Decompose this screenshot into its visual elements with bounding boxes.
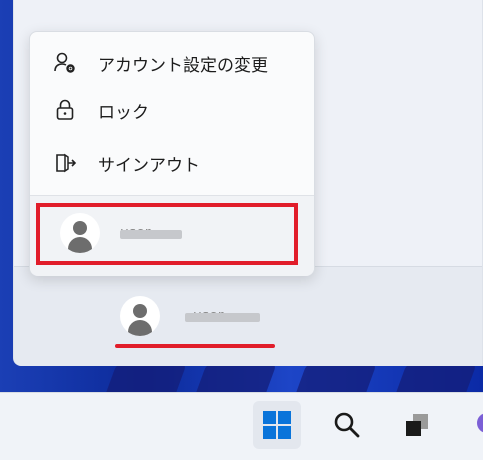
change-account-settings-label: アカウント設定の変更 bbox=[98, 55, 268, 76]
avatar-body bbox=[128, 320, 152, 336]
search-button[interactable] bbox=[323, 401, 371, 449]
wallpaper-ribbon bbox=[292, 362, 378, 392]
change-account-settings-item[interactable]: アカウント設定の変更 bbox=[30, 40, 314, 86]
other-account-avatar bbox=[60, 213, 100, 253]
taskbar bbox=[0, 392, 483, 460]
sign-out-label: サインアウト bbox=[98, 155, 200, 176]
avatar-body bbox=[68, 237, 92, 253]
name-redaction bbox=[120, 230, 182, 239]
chat-button[interactable] bbox=[463, 401, 483, 449]
account-flyout: アカウント設定の変更 ロック サインアウト user bbox=[29, 31, 315, 276]
lock-item[interactable]: ロック bbox=[30, 87, 314, 133]
other-account-item[interactable]: user bbox=[36, 203, 298, 265]
task-view-button[interactable] bbox=[393, 401, 441, 449]
wallpaper-ribbon bbox=[192, 362, 278, 392]
current-user-avatar[interactable] bbox=[120, 296, 160, 336]
lock-icon bbox=[53, 98, 77, 122]
wallpaper-ribbon bbox=[392, 362, 478, 392]
account-settings-icon bbox=[53, 51, 77, 75]
wallpaper-ribbon bbox=[102, 362, 188, 392]
name-redaction bbox=[185, 313, 260, 322]
start-button[interactable] bbox=[253, 401, 301, 449]
current-user-name[interactable]: user bbox=[185, 308, 260, 326]
current-user-underline-annotation bbox=[115, 344, 275, 348]
sign-out-item[interactable]: サインアウト bbox=[30, 140, 314, 186]
avatar-head bbox=[73, 221, 87, 235]
lock-label: ロック bbox=[98, 102, 149, 123]
avatar-head bbox=[133, 304, 147, 318]
sign-out-icon bbox=[53, 151, 77, 175]
